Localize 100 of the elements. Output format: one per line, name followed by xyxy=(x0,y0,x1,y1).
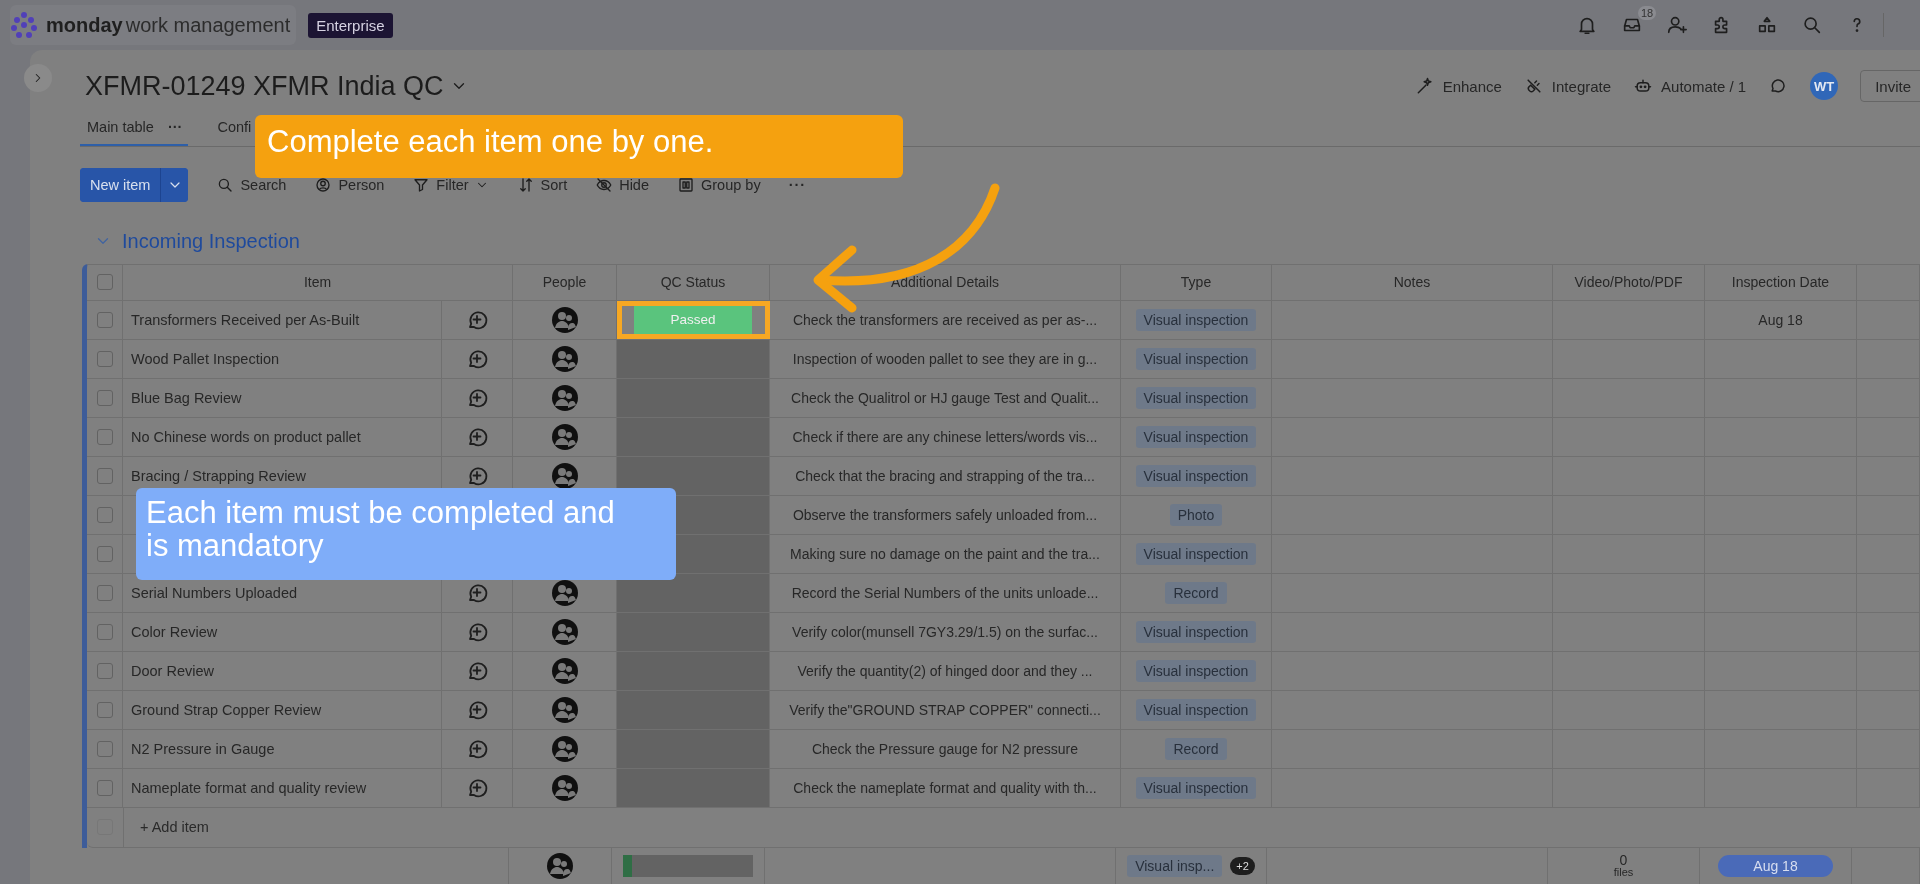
item-name[interactable]: Door Review xyxy=(131,662,214,679)
status-cell[interactable] xyxy=(617,378,770,417)
toolbar-button[interactable]: Integrate xyxy=(1523,76,1612,97)
table-cell-text: Check the Pressure gauge for N2 pressure xyxy=(810,740,1080,757)
notification-count: 18 xyxy=(1638,6,1657,20)
toolbar-button[interactable]: Filter xyxy=(404,175,489,194)
checkbox[interactable] xyxy=(96,701,113,718)
item-name[interactable]: Transformers Received per As-Built xyxy=(131,311,360,328)
table-cell-text: Check the transformers are received as per as-... xyxy=(791,311,1099,328)
avatar-icon[interactable] xyxy=(550,695,579,724)
file-label: files xyxy=(1613,867,1634,879)
hint-tooltip: Complete each item one by one. xyxy=(255,115,903,178)
status-cell[interactable] xyxy=(617,690,770,729)
user-avatar[interactable]: WT xyxy=(1810,72,1839,101)
item-name[interactable]: Blue Bag Review xyxy=(131,389,242,406)
type-tag: Visual inspection xyxy=(1135,776,1257,799)
checkbox[interactable] xyxy=(96,545,113,562)
person-icon xyxy=(314,175,333,194)
checkbox[interactable] xyxy=(96,584,113,601)
date-cell: Aug 18 xyxy=(1758,311,1803,328)
avatar-icon[interactable] xyxy=(550,461,579,490)
item-name[interactable]: Wood Pallet Inspection xyxy=(131,350,280,367)
toolbar-button[interactable]: Automate / 1 xyxy=(1633,76,1747,97)
column-header: Inspection Date xyxy=(1731,274,1830,291)
type-tag: Record xyxy=(1165,581,1227,604)
checkbox[interactable] xyxy=(96,311,113,328)
dropdown-button[interactable] xyxy=(160,167,189,202)
toolbar-button[interactable]: Hide xyxy=(587,175,649,194)
avatar-icon[interactable] xyxy=(550,617,579,646)
toolbar-button[interactable]: Enhance xyxy=(1414,76,1502,97)
checkbox[interactable] xyxy=(96,389,113,406)
hint-tooltip: Each item must be completed and is mandatory xyxy=(136,488,676,580)
column-header: QC Status xyxy=(660,274,726,291)
checkbox[interactable] xyxy=(96,467,113,484)
status-cell[interactable] xyxy=(617,339,770,378)
avatar-icon[interactable] xyxy=(550,734,579,763)
table-cell-text: Record the Serial Numbers of the units unloade... xyxy=(790,584,1100,601)
status-cell[interactable]: Passed xyxy=(617,300,770,339)
table-cell-text: Observe the transformers safely unloaded from... xyxy=(791,506,1099,523)
column-header: Item xyxy=(303,274,332,291)
checkbox[interactable] xyxy=(96,779,113,796)
table-cell-text: Check the Qualitrol or HJ gauge Test and Qualit... xyxy=(790,389,1100,406)
avatar-icon[interactable] xyxy=(550,422,579,451)
item-name[interactable]: Ground Strap Copper Review xyxy=(131,701,322,718)
type-tag: Visual inspection xyxy=(1135,386,1257,409)
person-add-icon[interactable] xyxy=(1666,14,1688,36)
table-cell-text: Check if there are any chinese letters/words vis... xyxy=(791,428,1099,445)
avatar-icon[interactable] xyxy=(546,851,574,880)
column-header: Additional Details xyxy=(890,274,1000,291)
group-icon xyxy=(677,175,695,194)
column-header: People xyxy=(542,274,587,291)
item-name[interactable]: N2 Pressure in Gauge xyxy=(131,740,275,757)
item-name[interactable]: Serial Numbers Uploaded xyxy=(131,584,298,601)
toolbar-button[interactable]: Person xyxy=(306,175,385,194)
avatar-icon[interactable] xyxy=(550,383,579,412)
table-cell-text: Inspection of wooden pallet to see they are in g... xyxy=(791,350,1099,367)
status-cell[interactable] xyxy=(617,417,770,456)
type-tag: Visual insp... xyxy=(1127,854,1223,877)
status-cell[interactable] xyxy=(617,768,770,807)
status-cell[interactable] xyxy=(617,729,770,768)
toolbar-button[interactable]: Sort xyxy=(508,175,568,194)
checkbox[interactable] xyxy=(96,623,113,640)
group-title: Incoming Inspection xyxy=(122,229,300,253)
table-cell-text: Verify the"GROUND STRAP COPPER" connecti... xyxy=(788,701,1102,718)
avatar-icon[interactable] xyxy=(550,656,579,685)
add-item-link[interactable]: + Add item xyxy=(123,807,1920,847)
table-cell-text: Check that the bracing and strapping of the tra... xyxy=(794,467,1096,484)
checkbox[interactable] xyxy=(96,740,113,757)
avatar-icon[interactable] xyxy=(550,773,579,802)
search-icon[interactable] xyxy=(1801,14,1823,36)
avatar-icon[interactable] xyxy=(550,344,579,373)
checkbox[interactable] xyxy=(96,274,113,291)
status-label[interactable]: Passed xyxy=(634,304,752,335)
view-tab[interactable]: Main table ··· xyxy=(80,109,189,146)
invite-button[interactable]: Invite xyxy=(1860,70,1920,103)
avatar-icon[interactable] xyxy=(550,578,579,607)
checkbox[interactable] xyxy=(96,428,113,445)
checkbox[interactable] xyxy=(96,662,113,679)
avatar-icon[interactable] xyxy=(550,305,579,334)
toolbar-button[interactable]: Group by xyxy=(669,175,761,194)
status-cell[interactable] xyxy=(617,612,770,651)
sidebar-toggle[interactable] xyxy=(24,64,52,92)
table-cell-text: Making sure no damage on the paint and the tra... xyxy=(789,545,1101,562)
board-title: XFMR-01249 XFMR India QC xyxy=(85,70,444,102)
toolbar-button[interactable]: Search xyxy=(208,175,287,194)
type-tag: Photo xyxy=(1169,503,1223,526)
checkbox[interactable] xyxy=(96,506,113,523)
column-header: Notes xyxy=(1393,274,1431,291)
status-cell[interactable] xyxy=(617,651,770,690)
checkbox[interactable] xyxy=(96,350,113,367)
more-button[interactable]: ··· xyxy=(780,176,807,193)
item-name[interactable]: Color Review xyxy=(131,623,218,640)
file-count: 0 xyxy=(1619,852,1628,868)
item-name[interactable]: Bracing / Strapping Review xyxy=(131,467,306,484)
type-tag: Visual inspection xyxy=(1135,464,1257,487)
item-name[interactable]: No Chinese words on product pallet xyxy=(131,428,361,445)
view-tab[interactable]: Confi xyxy=(210,109,258,146)
item-name[interactable]: Nameplate format and quality review xyxy=(131,779,367,796)
type-tag: Visual inspection xyxy=(1135,698,1257,721)
brand-name: mondaywork management xyxy=(46,13,291,37)
